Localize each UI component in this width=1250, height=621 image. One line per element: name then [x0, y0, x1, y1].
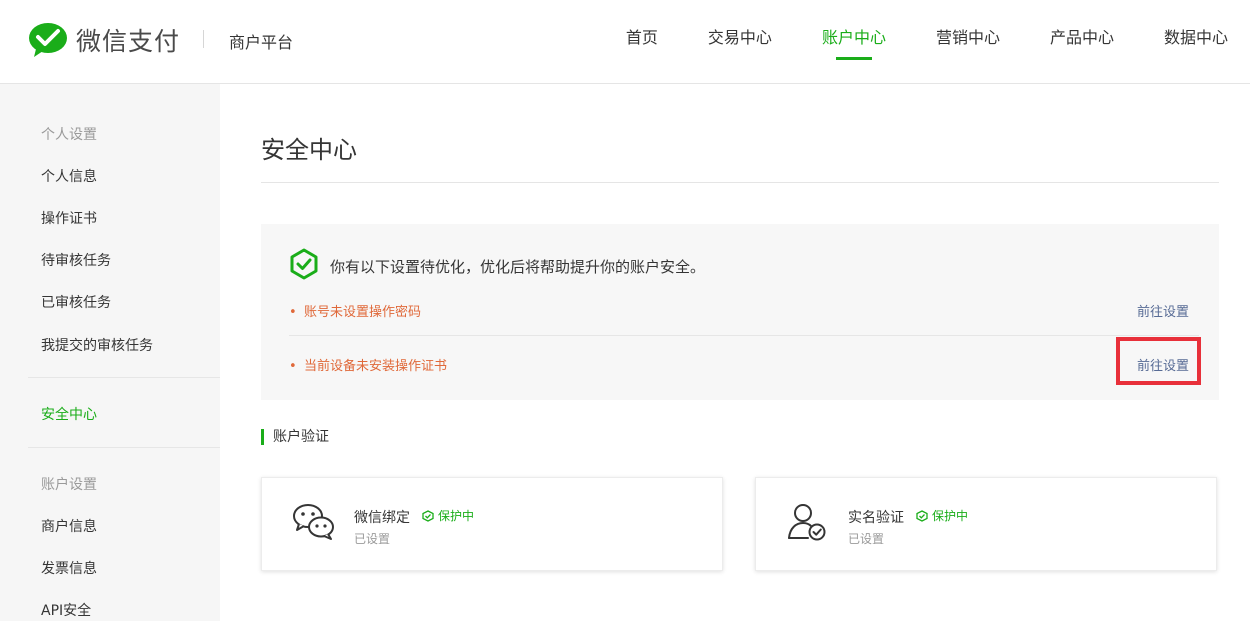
wechat-pay-logo-icon	[29, 23, 67, 57]
title-divider	[261, 182, 1219, 183]
sidebar-item-pending-review[interactable]: 待审核任务	[41, 250, 111, 270]
page-title: 安全中心	[261, 136, 357, 164]
bullet-dot: •	[289, 359, 297, 374]
platform-name: 商户平台	[229, 33, 294, 52]
sidebar-item-merchant-info[interactable]: 商户信息	[41, 516, 97, 536]
user-verified-icon	[788, 504, 826, 541]
section-title: 账户验证	[261, 429, 329, 445]
nav-data-center[interactable]: 数据中心	[1164, 0, 1228, 84]
shield-check-icon	[916, 509, 928, 522]
logo[interactable]: 微信支付	[28, 20, 180, 60]
warning-text: 当前设备未安装操作证书	[304, 359, 448, 374]
nav-home[interactable]: 首页	[626, 0, 658, 84]
shield-check-icon	[290, 248, 318, 280]
shield-check-icon	[422, 509, 434, 522]
highlight-box	[1116, 337, 1201, 385]
sidebar-item-reviewed[interactable]: 已审核任务	[41, 292, 111, 312]
sidebar-group-account: 账户设置	[41, 477, 97, 493]
security-notice: 你有以下设置待优化，优化后将帮助提升你的账户安全。 • 账号未设置操作密码 前往…	[261, 224, 1219, 400]
sidebar-item-my-submitted[interactable]: 我提交的审核任务	[41, 335, 153, 355]
sidebar-group-personal: 个人设置	[41, 127, 97, 143]
sidebar-item-invoice-info[interactable]: 发票信息	[41, 558, 97, 578]
warning-text: 账号未设置操作密码	[304, 305, 422, 320]
nav-product-center[interactable]: 产品中心	[1050, 0, 1114, 84]
warning-row: • 当前设备未安装操作证书 前往设置	[289, 355, 1199, 395]
brand-name: 微信支付	[76, 27, 181, 56]
row-divider	[289, 335, 1199, 336]
nav-account-center[interactable]: 账户中心	[822, 0, 886, 84]
nav-trade-center[interactable]: 交易中心	[708, 0, 772, 84]
card-title: 微信绑定	[354, 510, 410, 526]
go-setup-link-password[interactable]: 前往设置	[1137, 301, 1189, 320]
logo-divider	[203, 30, 204, 48]
header: 微信支付 商户平台 首页 交易中心 账户中心 营销中心 产品中心 数据中心	[0, 0, 1250, 84]
badge-text: 保护中	[932, 509, 969, 523]
top-nav: 首页 交易中心 账户中心 营销中心 产品中心 数据中心	[576, 0, 1228, 84]
card-title: 实名验证	[848, 510, 904, 526]
sidebar: 个人设置 个人信息 操作证书 待审核任务 已审核任务 我提交的审核任务 安全中心…	[0, 84, 220, 621]
wechat-icon	[293, 504, 334, 540]
status-badge: 保护中	[916, 507, 968, 524]
sidebar-divider	[28, 447, 220, 448]
badge-text: 保护中	[438, 509, 475, 523]
card-status: 已设置	[848, 532, 885, 546]
sidebar-item-personal-info[interactable]: 个人信息	[41, 166, 97, 186]
real-name-verification-card[interactable]: 实名验证 保护中 已设置	[755, 477, 1217, 571]
notice-text: 你有以下设置待优化，优化后将帮助提升你的账户安全。	[330, 258, 706, 276]
sidebar-item-api-security[interactable]: API安全	[41, 600, 91, 620]
nav-marketing-center[interactable]: 营销中心	[936, 0, 1000, 84]
bullet-dot: •	[289, 305, 297, 320]
status-badge: 保护中	[422, 507, 474, 524]
wechat-binding-card[interactable]: 微信绑定 保护中 已设置	[261, 477, 723, 571]
sidebar-item-security-center[interactable]: 安全中心	[41, 404, 97, 424]
sidebar-item-operation-cert[interactable]: 操作证书	[41, 208, 97, 228]
card-status: 已设置	[354, 532, 391, 546]
sidebar-divider	[28, 377, 220, 378]
